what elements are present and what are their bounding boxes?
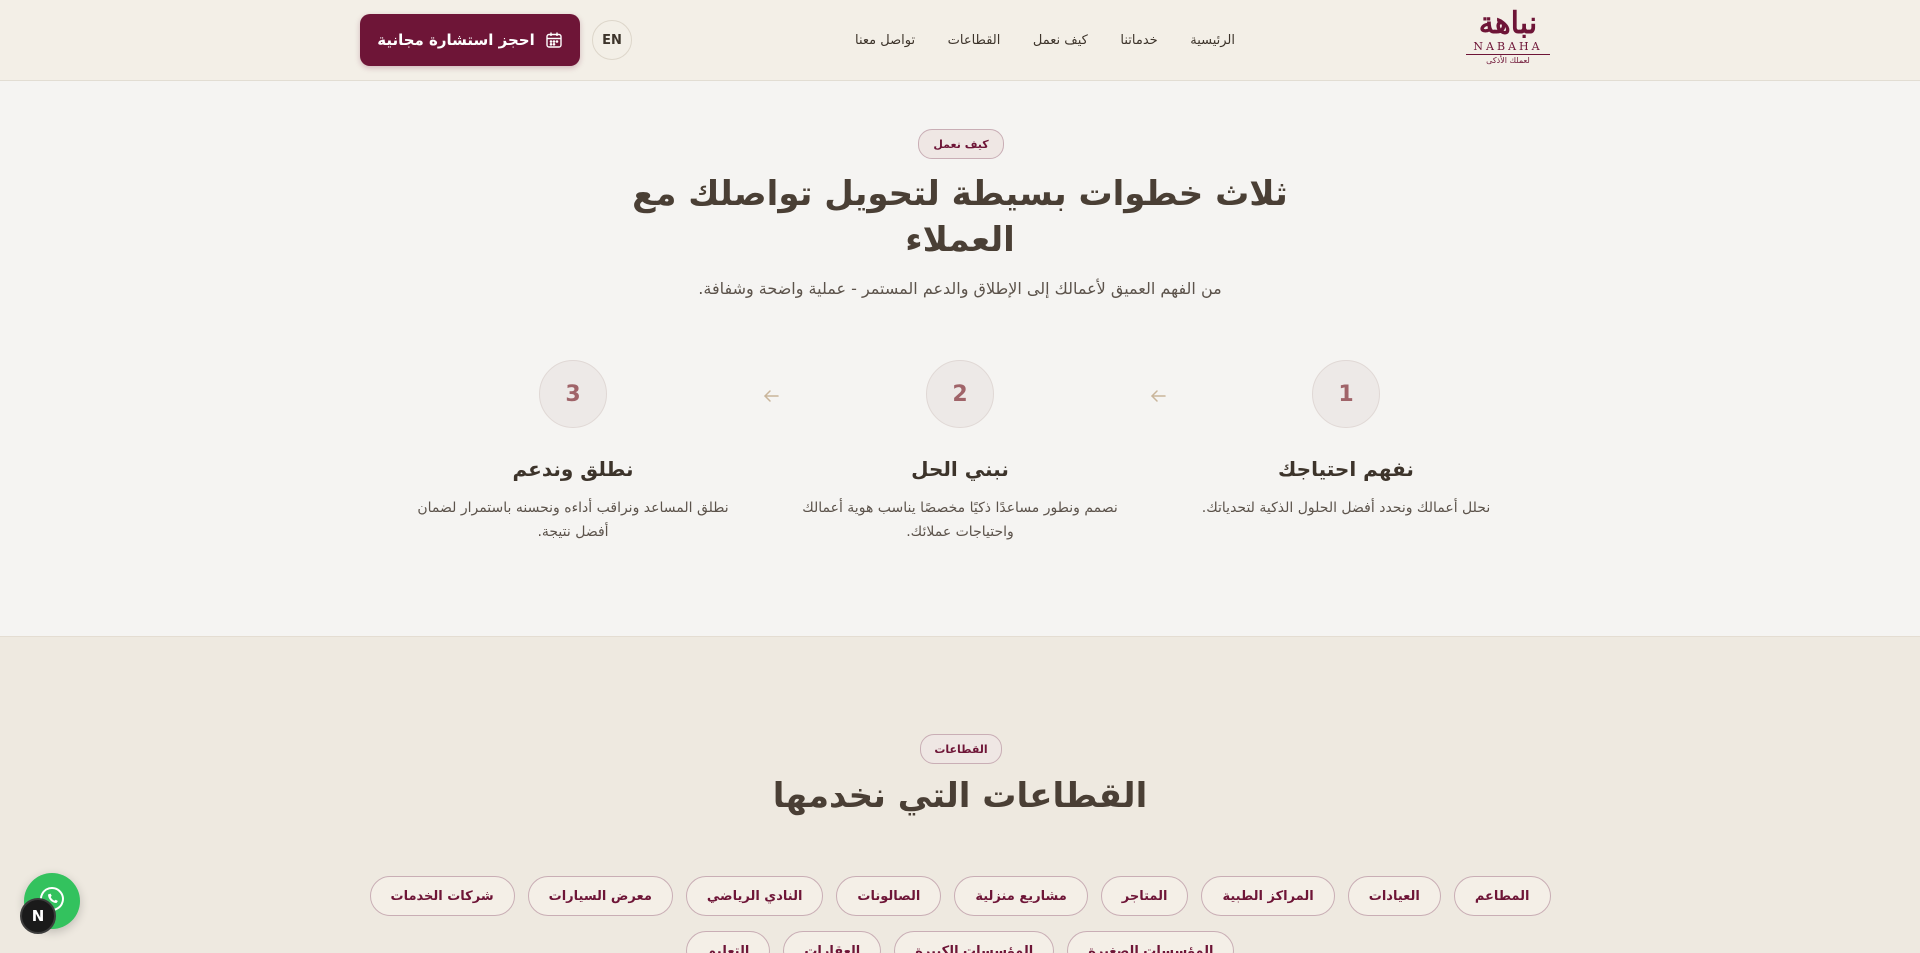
how-it-works-title-line-2: العملاء [905,220,1015,260]
step-title: نطلق وندعم [512,457,634,481]
nav-item-how-we-work[interactable]: كيف نعمل [1033,33,1088,48]
sector-chip-real-estate[interactable]: العقارات [783,931,882,953]
nav-item-home[interactable]: الرئيسية [1190,33,1235,48]
book-consultation-label: احجز استشارة مجانية [377,31,535,49]
step-card: 3 نطلق وندعم نطلق المساعد ونراقب أداءه و… [403,360,743,544]
sector-chip-service-companies[interactable]: شركات الخدمات [369,876,515,916]
logo-tagline: لعملك الأذكى [1486,56,1530,65]
sector-chip-stores[interactable]: المتاجر [1100,876,1189,916]
sector-chip-gyms[interactable]: النادي الرياضي [685,876,824,916]
nav-item-services[interactable]: خدماتنا [1120,33,1157,48]
sector-chip-education[interactable]: التعليم [685,931,771,953]
arrow-left-icon [1148,386,1168,406]
step-card: 2 نبني الحل نصمم ونطور مساعدًا ذكيًا مخص… [790,360,1130,544]
sector-chip-clinics[interactable]: العيادات [1347,876,1441,916]
dev-badge[interactable]: N [20,898,56,934]
sectors-section: القطاعات القطاعات التي نخدمها المطاعم ال… [0,636,1920,953]
sectors-title: القطاعات التي نخدمها [772,776,1148,816]
sector-chip-large-enterprises[interactable]: المؤسسات الكبيرة [894,931,1055,953]
step-description: نطلق المساعد ونراقب أداءه ونحسنه باستمرا… [417,500,729,540]
step-description: نحلل أعمالك ونحدد أفضل الحلول الذكية لتح… [1201,500,1491,516]
sector-chip-restaurants[interactable]: المطاعم [1453,876,1551,916]
sectors-pill: القطاعات [920,734,1002,764]
step-card: 1 نفهم احتياجك نحلل أعمالك ونحدد أفضل ال… [1176,360,1516,520]
how-it-works-title-line-1: ثلاث خطوات بسيطة لتحويل تواصلك مع [632,174,1288,214]
sector-chip-small-businesses[interactable]: المؤسسات الصغيرة [1067,931,1235,953]
step-title: نبني الحل [911,457,1009,481]
book-consultation-button[interactable]: احجز استشارة مجانية [360,14,580,66]
nav-item-sectors[interactable]: القطاعات [948,33,1001,48]
calendar-icon [545,31,563,49]
step-number: 3 [539,360,607,428]
step-title: نفهم احتياجك [1278,457,1414,481]
how-it-works-subtitle: من الفهم العميق لأعمالك إلى الإطلاق والد… [698,279,1222,298]
logo-english: NABAHA [1466,40,1550,55]
step-number: 2 [926,360,994,428]
how-it-works-section: كيف نعمل ثلاث خطوات بسيطة لتحويل تواصلك … [0,81,1920,636]
main-nav: الرئيسية خدماتنا كيف نعمل القطاعات تواصل… [855,0,1235,80]
nav-item-contact[interactable]: تواصل معنا [855,33,915,48]
arrow-left-icon [761,386,781,406]
site-logo[interactable]: نباهة NABAHA لعملك الأذكى [1460,8,1556,74]
sector-chip-car-showrooms[interactable]: معرض السيارات [527,876,673,916]
sector-chip-salons[interactable]: الصالونات [836,876,942,916]
how-it-works-title: ثلاث خطوات بسيطة لتحويل تواصلك مع العملا… [610,171,1310,263]
language-toggle-button[interactable]: EN [592,20,632,60]
sector-chips-row: المؤسسات الصغيرة المؤسسات الكبيرة العقار… [420,931,1500,953]
step-number: 1 [1312,360,1380,428]
step-description: نصمم ونطور مساعدًا ذكيًا مخصصًا يناسب هو… [802,500,1118,540]
how-it-works-pill: كيف نعمل [918,129,1004,159]
sector-chip-medical-centers[interactable]: المراكز الطبية [1201,876,1335,916]
sector-chips-row: المطاعم العيادات المراكز الطبية المتاجر … [369,876,1551,916]
logo-arabic: نباهة [1478,6,1538,41]
site-header: احجز استشارة مجانية EN الرئيسية خدماتنا … [0,0,1920,81]
sector-chip-home-businesses[interactable]: مشاريع منزلية [954,876,1088,916]
